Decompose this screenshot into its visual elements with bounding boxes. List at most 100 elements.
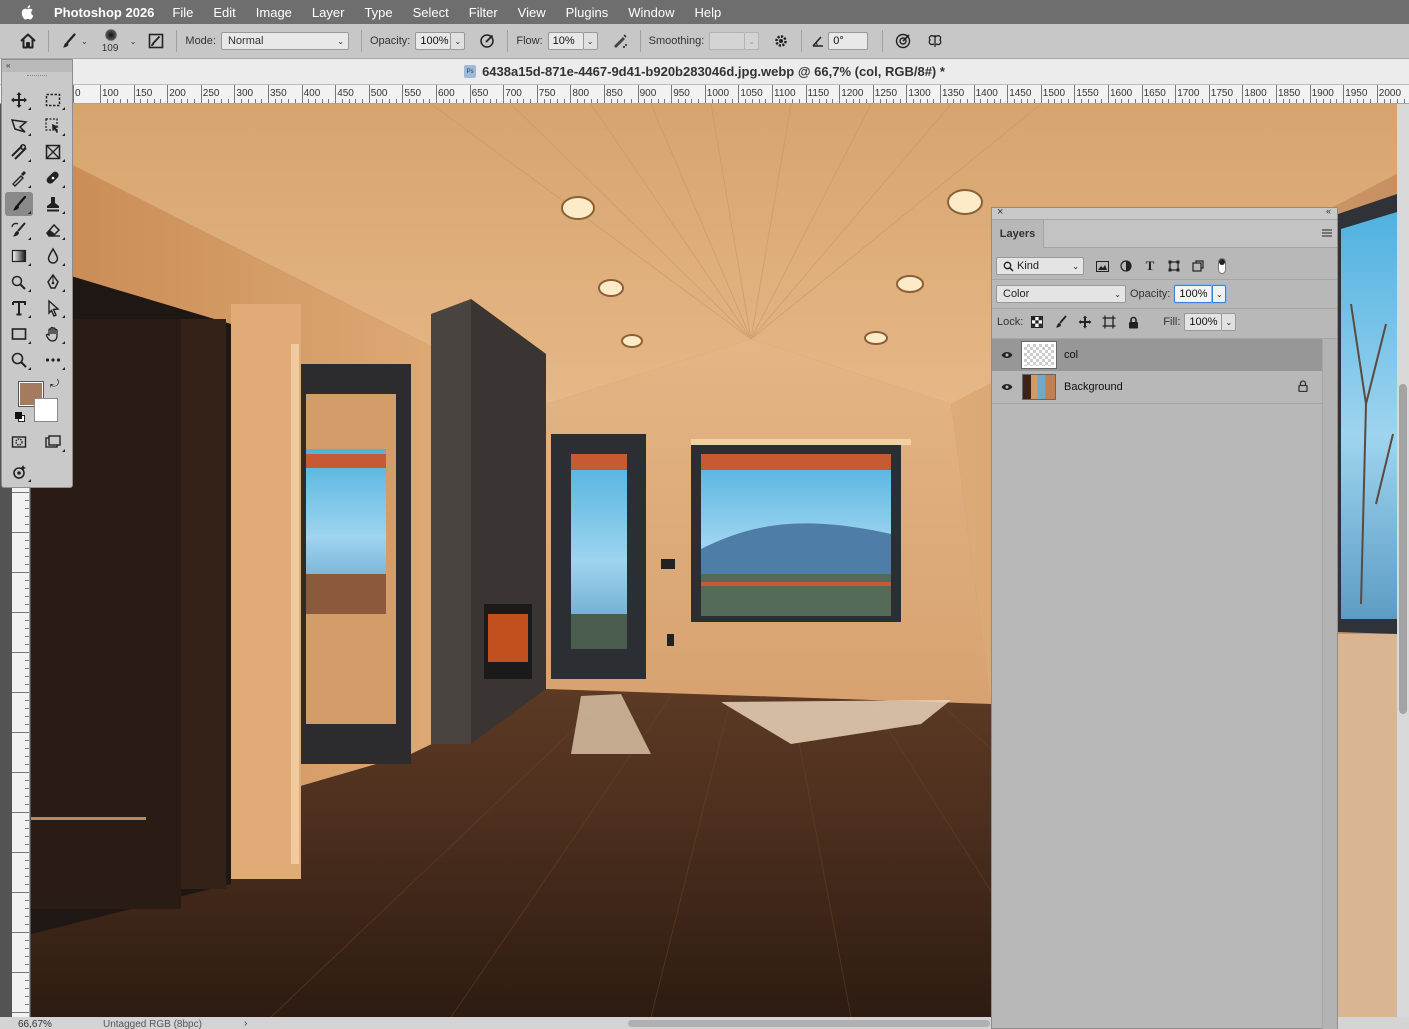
- tab-layers[interactable]: Layers: [992, 220, 1044, 248]
- pressure-opacity-icon[interactable]: [475, 29, 499, 53]
- lock-artboard-icon[interactable]: [1101, 314, 1117, 330]
- path-selection-tool[interactable]: [39, 296, 67, 320]
- mode-select[interactable]: Normal ⌄: [220, 32, 349, 50]
- pen-tool[interactable]: [39, 270, 67, 294]
- lock-position-icon[interactable]: [1077, 314, 1093, 330]
- lasso-tool[interactable]: [5, 114, 33, 138]
- menu-type[interactable]: Type: [364, 5, 392, 20]
- app-name-menu[interactable]: Photoshop 2026: [54, 5, 154, 20]
- screen-mode-button[interactable]: [39, 430, 67, 454]
- menu-file[interactable]: File: [172, 5, 193, 20]
- fill-dropdown[interactable]: ⌄: [1222, 313, 1237, 331]
- flow-field[interactable]: 10%: [547, 32, 584, 50]
- filter-shape-icon[interactable]: [1166, 258, 1182, 274]
- scrollbar-thumb[interactable]: [1399, 384, 1407, 714]
- vertical-ruler[interactable]: [12, 488, 30, 1018]
- panel-title-bar[interactable]: × «: [992, 206, 1337, 220]
- rectangle-tool[interactable]: [5, 322, 33, 346]
- close-icon[interactable]: ×: [997, 206, 1003, 218]
- flow-dropdown-button[interactable]: ⌄: [583, 32, 598, 50]
- brush-preset-icon[interactable]: [57, 29, 81, 53]
- visibility-eye-icon[interactable]: [992, 351, 1022, 359]
- spot-healing-brush-tool[interactable]: [39, 166, 67, 190]
- filter-adjustment-icon[interactable]: [1118, 258, 1134, 274]
- gradient-tool[interactable]: [5, 244, 33, 268]
- layers-scroll-track[interactable]: [1322, 339, 1337, 1029]
- edit-toolbar[interactable]: [39, 348, 67, 372]
- menu-edit[interactable]: Edit: [213, 5, 235, 20]
- layer-opacity-field[interactable]: 100%: [1174, 285, 1213, 303]
- document-tab[interactable]: Ps 6438a15d-871e-4467-9d41-b920b283046d.…: [0, 59, 1409, 85]
- chevron-down-icon[interactable]: ⌄: [81, 37, 88, 46]
- chevron-down-icon[interactable]: ⌄: [130, 37, 137, 46]
- gear-icon[interactable]: [769, 29, 793, 53]
- ruler-tick-label: 1650: [1143, 88, 1166, 99]
- ruler-vertical-tick: [25, 796, 29, 797]
- generative-tool[interactable]: [5, 460, 33, 484]
- blend-mode-select[interactable]: Color ⌄: [996, 285, 1126, 303]
- lock-transparent-pixels-icon[interactable]: [1029, 314, 1045, 330]
- opacity-field[interactable]: 100%: [415, 32, 452, 50]
- smoothing-dropdown-button[interactable]: ⌄: [745, 32, 760, 50]
- object-selection-tool[interactable]: [39, 114, 67, 138]
- filter-smart-object-icon[interactable]: [1190, 258, 1206, 274]
- tools-grip[interactable]: [2, 72, 72, 80]
- home-icon[interactable]: [16, 29, 40, 53]
- eraser-tool[interactable]: [39, 218, 67, 242]
- type-tool[interactable]: [5, 296, 33, 320]
- lock-image-pixels-icon[interactable]: [1053, 314, 1069, 330]
- brush-size-picker[interactable]: 109: [98, 26, 124, 56]
- menu-window[interactable]: Window: [628, 5, 674, 20]
- eyedropper-tool[interactable]: [5, 166, 33, 190]
- brush-tool[interactable]: [5, 192, 33, 216]
- layer-opacity-dropdown[interactable]: ⌄: [1212, 285, 1227, 303]
- blur-tool[interactable]: [39, 244, 67, 268]
- default-colors-icon[interactable]: [15, 412, 25, 422]
- quick-mask-button[interactable]: [5, 430, 33, 454]
- collapse-panel-icon[interactable]: «: [1326, 206, 1331, 216]
- airbrush-icon[interactable]: [608, 29, 632, 53]
- menu-help[interactable]: Help: [695, 5, 722, 20]
- layer-row-background[interactable]: Background: [992, 371, 1322, 403]
- filter-kind-select[interactable]: Kind ⌄: [996, 257, 1084, 275]
- crop-tool[interactable]: [5, 140, 33, 164]
- symmetry-icon[interactable]: [923, 29, 947, 53]
- panel-menu-icon[interactable]: [1321, 228, 1333, 238]
- zoom-level-field[interactable]: 66,67%: [18, 1019, 52, 1029]
- smoothing-field[interactable]: [709, 32, 746, 50]
- background-color-swatch[interactable]: [34, 398, 58, 422]
- lock-icon[interactable]: [1298, 380, 1308, 395]
- filter-toggle-icon[interactable]: [1214, 258, 1230, 274]
- zoom-tool[interactable]: [5, 348, 33, 372]
- fill-field[interactable]: 100%: [1184, 313, 1223, 331]
- brush-settings-icon[interactable]: [144, 29, 168, 53]
- angle-field[interactable]: 0°: [828, 32, 869, 50]
- menu-image[interactable]: Image: [256, 5, 292, 20]
- filter-pixel-icon[interactable]: [1094, 258, 1110, 274]
- status-menu-arrow-icon[interactable]: ›: [244, 1018, 247, 1029]
- horizontal-ruler[interactable]: 0 100 150 200 250 300 350 400 450 500 550 600 650 700…: [0, 85, 1409, 104]
- pressure-size-icon[interactable]: [891, 29, 915, 53]
- opacity-dropdown-button[interactable]: ⌄: [451, 32, 466, 50]
- swap-colors-icon[interactable]: ⤾: [50, 378, 59, 391]
- menu-layer[interactable]: Layer: [312, 5, 345, 20]
- rectangular-marquee-tool[interactable]: [39, 88, 67, 112]
- dodge-tool[interactable]: [5, 270, 33, 294]
- layer-row-col[interactable]: col: [992, 339, 1322, 371]
- tools-collapse-button[interactable]: «: [2, 60, 72, 72]
- menu-view[interactable]: View: [518, 5, 546, 20]
- menu-filter[interactable]: Filter: [469, 5, 498, 20]
- menu-plugins[interactable]: Plugins: [566, 5, 609, 20]
- filter-type-icon[interactable]: T: [1142, 258, 1158, 274]
- frame-tool[interactable]: [39, 140, 67, 164]
- lock-all-icon[interactable]: [1125, 314, 1141, 330]
- move-tool[interactable]: [5, 88, 33, 112]
- horizontal-scrollbar-thumb[interactable]: [628, 1020, 990, 1027]
- apple-menu-icon[interactable]: [20, 4, 36, 20]
- vertical-scrollbar[interactable]: [1397, 104, 1409, 1017]
- menu-select[interactable]: Select: [413, 5, 449, 20]
- clone-stamp-tool[interactable]: [39, 192, 67, 216]
- history-brush-tool[interactable]: [5, 218, 33, 242]
- hand-tool[interactable]: [39, 322, 67, 346]
- visibility-eye-icon[interactable]: [992, 383, 1022, 391]
